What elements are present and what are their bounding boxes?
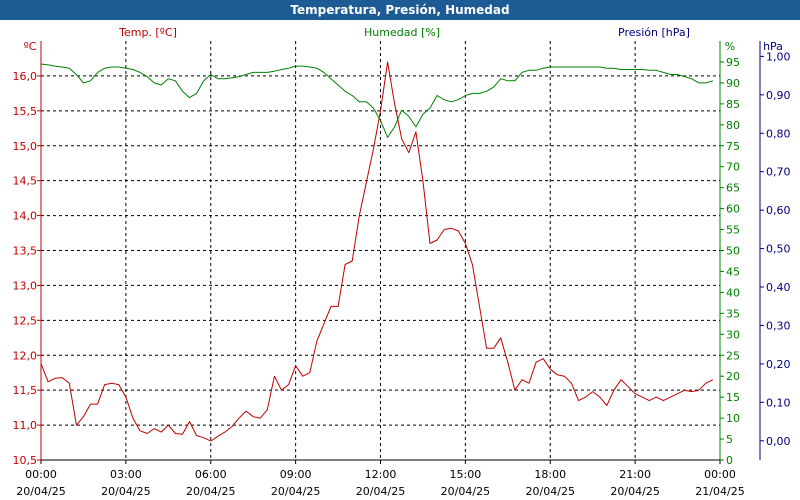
x-tick-date-label: 20/04/25 bbox=[610, 485, 659, 498]
humidity-tick-label: 80 bbox=[726, 119, 740, 132]
humidity-series-label: Humedad [%] bbox=[364, 26, 440, 39]
humidity-tick-label: 90 bbox=[726, 77, 740, 90]
x-tick-date-label: 20/04/25 bbox=[526, 485, 575, 498]
pressure-tick-label: 0,00 bbox=[766, 435, 791, 448]
humidity-tick-label: 35 bbox=[726, 307, 740, 320]
temperature-tick-label: 12,0 bbox=[13, 349, 38, 362]
x-tick-time-label: 18:00 bbox=[534, 468, 566, 481]
temperature-tick-label: 11,5 bbox=[13, 384, 38, 397]
temperature-series-label: Temp. [ºC] bbox=[118, 26, 177, 39]
humidity-tick-label: 20 bbox=[726, 370, 740, 383]
humidity-tick-label: 0 bbox=[726, 454, 733, 467]
temperature-tick-label: 11,0 bbox=[13, 419, 38, 432]
humidity-tick-label: 25 bbox=[726, 349, 740, 362]
x-tick-date-label: 20/04/25 bbox=[16, 485, 65, 498]
x-tick-date-label: 21/04/25 bbox=[695, 485, 744, 498]
temperature-tick-label: 16,0 bbox=[13, 70, 38, 83]
pressure-tick-label: 0,90 bbox=[766, 89, 791, 102]
x-tick-time-label: 09:00 bbox=[280, 468, 312, 481]
temperature-axis-unit: ºC bbox=[24, 40, 37, 53]
pressure-tick-label: 0,10 bbox=[766, 396, 791, 409]
temperature-tick-label: 15,5 bbox=[13, 105, 38, 118]
humidity-tick-label: 85 bbox=[726, 98, 740, 111]
x-tick-date-label: 20/04/25 bbox=[186, 485, 235, 498]
pressure-tick-label: 1,00 bbox=[766, 50, 791, 63]
temperature-tick-label: 13,5 bbox=[13, 245, 38, 258]
pressure-tick-label: 0,50 bbox=[766, 243, 791, 256]
pressure-tick-label: 0,30 bbox=[766, 319, 791, 332]
humidity-tick-label: 65 bbox=[726, 182, 740, 195]
x-tick-time-label: 15:00 bbox=[450, 468, 482, 481]
humidity-tick-label: 10 bbox=[726, 412, 740, 425]
humidity-tick-label: 70 bbox=[726, 161, 740, 174]
humidity-tick-label: 55 bbox=[726, 224, 740, 237]
humidity-tick-label: 15 bbox=[726, 391, 740, 404]
pressure-tick-label: 0,70 bbox=[766, 166, 791, 179]
humidity-tick-label: 45 bbox=[726, 265, 740, 278]
pressure-series-label: Presión [hPa] bbox=[618, 26, 690, 39]
temperature-tick-label: 13,0 bbox=[13, 279, 38, 292]
x-tick-date-label: 20/04/25 bbox=[101, 485, 150, 498]
temperature-tick-label: 10,5 bbox=[13, 454, 38, 467]
temperature-tick-label: 14,0 bbox=[13, 210, 38, 223]
temperature-tick-label: 12,5 bbox=[13, 314, 38, 327]
humidity-tick-label: 60 bbox=[726, 203, 740, 216]
x-tick-time-label: 03:00 bbox=[110, 468, 142, 481]
pressure-tick-label: 0,60 bbox=[766, 204, 791, 217]
humidity-axis-unit: % bbox=[725, 40, 735, 53]
temperature-tick-label: 15,0 bbox=[13, 140, 38, 153]
temperature-tick-label: 14,5 bbox=[13, 175, 38, 188]
pressure-tick-label: 0,40 bbox=[766, 281, 791, 294]
humidity-tick-label: 5 bbox=[726, 433, 733, 446]
humidity-tick-label: 50 bbox=[726, 245, 740, 258]
x-tick-time-label: 00:00 bbox=[25, 468, 57, 481]
x-tick-date-label: 20/04/25 bbox=[356, 485, 405, 498]
x-tick-time-label: 21:00 bbox=[619, 468, 651, 481]
humidity-tick-label: 95 bbox=[726, 56, 740, 69]
humidity-series-line bbox=[40, 63, 714, 138]
humidity-tick-label: 30 bbox=[726, 328, 740, 341]
temperature-series-line bbox=[40, 61, 714, 442]
x-tick-time-label: 12:00 bbox=[365, 468, 397, 481]
x-tick-time-label: 06:00 bbox=[195, 468, 227, 481]
pressure-tick-label: 0,80 bbox=[766, 127, 791, 140]
x-tick-date-label: 20/04/25 bbox=[271, 485, 320, 498]
humidity-tick-label: 75 bbox=[726, 140, 740, 153]
x-tick-date-label: 20/04/25 bbox=[441, 485, 490, 498]
pressure-tick-label: 0,20 bbox=[766, 358, 791, 371]
x-tick-time-label: 00:00 bbox=[704, 468, 736, 481]
humidity-tick-label: 40 bbox=[726, 286, 740, 299]
chart-area: ºC Temp. [ºC] Humedad [%] Presión [hPa] … bbox=[13, 26, 791, 498]
